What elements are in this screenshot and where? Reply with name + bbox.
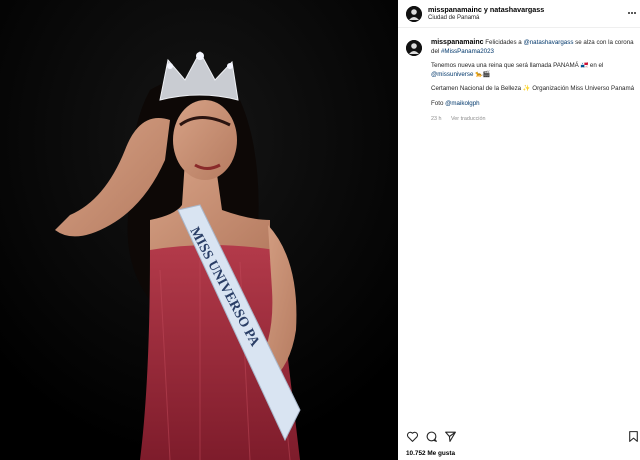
post-authors[interactable]: misspanamainc y natashavargass <box>428 5 544 14</box>
caption-avatar[interactable] <box>406 40 422 56</box>
caption-body: misspanamainc Felicidades a @natashavarg… <box>431 39 636 123</box>
caption-username[interactable]: misspanamainc <box>431 39 484 46</box>
share-icon[interactable] <box>444 430 457 443</box>
heart-icon[interactable] <box>406 430 419 443</box>
action-bar <box>398 426 640 448</box>
post-location[interactable]: Ciudad de Panamá <box>428 15 479 21</box>
author-avatar[interactable] <box>406 6 422 22</box>
post-photo[interactable]: MISS UNIVERSO PA <box>0 0 398 460</box>
comment-icon[interactable] <box>425 430 438 443</box>
more-options-icon[interactable] <box>627 8 637 18</box>
caption-text: Felicidades a <box>485 39 524 46</box>
post-header: misspanamainc y natashavargass Ciudad de… <box>398 0 640 28</box>
mention-link[interactable]: @natashavargass <box>523 39 573 46</box>
post-side-panel: misspanamainc y natashavargass Ciudad de… <box>398 0 640 460</box>
photo-illustration: MISS UNIVERSO PA <box>0 0 398 460</box>
likes-count[interactable]: 10.752 Me gusta <box>406 450 455 457</box>
mention-link[interactable]: @maikolgph <box>445 100 480 107</box>
post-age[interactable]: 23 h <box>431 116 442 122</box>
mention-link[interactable]: @missuniverse <box>431 71 473 78</box>
caption-text: Foto <box>431 99 446 107</box>
bookmark-icon[interactable] <box>627 430 640 443</box>
caption-text: Certamen Nacional de la Belleza ✨ Organi… <box>431 85 635 93</box>
caption-emoji: 🐆🎬 <box>473 70 491 78</box>
hashtag-link[interactable]: #MissPanama2023 <box>441 48 494 55</box>
caption-text: Tenemos nueva una reina que será llamada… <box>431 62 604 70</box>
translate-link[interactable]: Ver traducción <box>451 116 485 122</box>
